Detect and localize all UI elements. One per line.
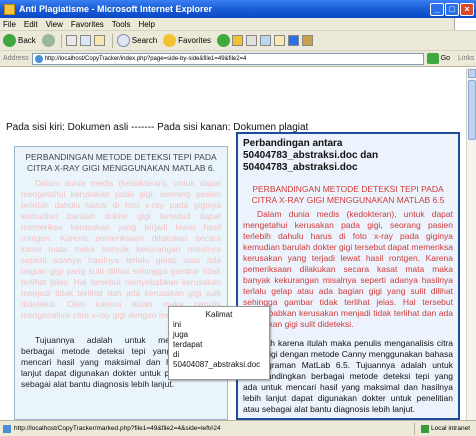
left-document-title: PERBANDINGAN METODE DETEKSI TEPI PADA CI… [25,152,217,173]
window-controls: _ □ × [430,2,476,16]
security-zone: Local intranet [413,422,476,435]
toolbar-separator [60,33,62,48]
toolbar-separator [111,33,113,48]
page-icon [34,54,43,63]
back-arrow-icon[interactable] [3,34,16,47]
minimize-button[interactable]: _ [430,2,444,16]
edit-icon[interactable] [274,35,286,46]
comparison-heading: Perbandingan antara 50404783_abstraksi.d… [243,138,379,173]
tooltip-file: 50404087_abstraksi.doc [173,360,261,369]
home-icon[interactable] [93,35,105,46]
status-text: http://localhost/CopyTracker/marked.php?… [14,425,221,432]
go-arrow-icon[interactable] [426,53,439,64]
zone-label: Local intranet [430,425,470,432]
right-document-body: Dalam dunia medis (kedokteran), untuk da… [243,209,453,329]
intranet-icon [420,424,429,433]
menu-help[interactable]: Help [138,20,154,29]
maximize-button[interactable]: □ [445,2,459,16]
right-document-body-2: Oleh karena itulah maka penulis menganal… [243,338,453,414]
windows-logo-icon [454,18,476,30]
ie-app-icon [4,3,15,15]
scrollbar-thumb[interactable] [468,80,476,140]
search-icon[interactable] [116,34,130,47]
back-button-label[interactable]: Back [18,36,36,45]
menu-edit[interactable]: Edit [24,20,38,29]
vertical-scrollbar[interactable] [466,68,476,420]
go-button-label[interactable]: Go [441,55,450,62]
right-document-title: PERBANDINGAN METODE DETEKSI TEPI PADA CI… [251,184,445,205]
favorites-star-icon[interactable] [163,34,177,47]
address-bar: Address http://localhost/CopyTracker/ind… [0,51,476,67]
mail-icon[interactable] [246,35,258,46]
menu-view[interactable]: View [46,20,63,29]
page-content: Pada sisi kiri: Dokumen asli ------- Pad… [0,68,466,420]
media-icon[interactable] [217,34,231,47]
tooltip-line: juga [173,330,189,339]
menu-file[interactable]: File [3,20,16,29]
left-document-body: Dalam dunia medis (kedokteran), untuk da… [21,178,221,320]
status-bar: http://localhost/CopyTracker/marked.php?… [0,420,476,436]
favorites-button-label[interactable]: Favorites [178,36,211,45]
toolbar: Back Search Favorites [0,31,476,51]
tooltip-line: terdapat [173,340,203,349]
tooltip-heading: Kalimat [205,310,233,319]
title-bar: Anti Plagiatisme - Microsoft Internet Ex… [0,0,476,18]
search-button-label[interactable]: Search [132,36,157,45]
tooltip-line: di [173,350,180,359]
address-label: Address [3,55,29,62]
menu-bar: File Edit View Favorites Tools Help [0,18,476,31]
forward-arrow-icon[interactable] [41,34,55,47]
print-icon[interactable] [260,35,272,46]
stop-icon[interactable] [65,35,77,46]
address-url: http://localhost/CopyTracker/index.php?p… [44,55,247,62]
close-button[interactable]: × [460,2,474,16]
scroll-up-icon[interactable] [468,69,476,78]
word-icon[interactable] [288,35,300,46]
match-tooltip: Kalimat ini juga terdapat di 50404087_ab… [168,306,270,380]
refresh-icon[interactable] [79,35,91,46]
folder-icon[interactable] [302,35,314,46]
menu-tools[interactable]: Tools [112,20,131,29]
tooltip-line: ini [173,320,182,329]
status-page-icon [3,424,11,433]
menu-favorites[interactable]: Favorites [71,20,104,29]
links-button[interactable]: Links [458,55,474,62]
window-title: Anti Plagiatisme - Microsoft Internet Ex… [19,4,213,14]
history-icon[interactable] [232,35,244,46]
address-input[interactable]: http://localhost/CopyTracker/index.php?p… [31,52,424,65]
